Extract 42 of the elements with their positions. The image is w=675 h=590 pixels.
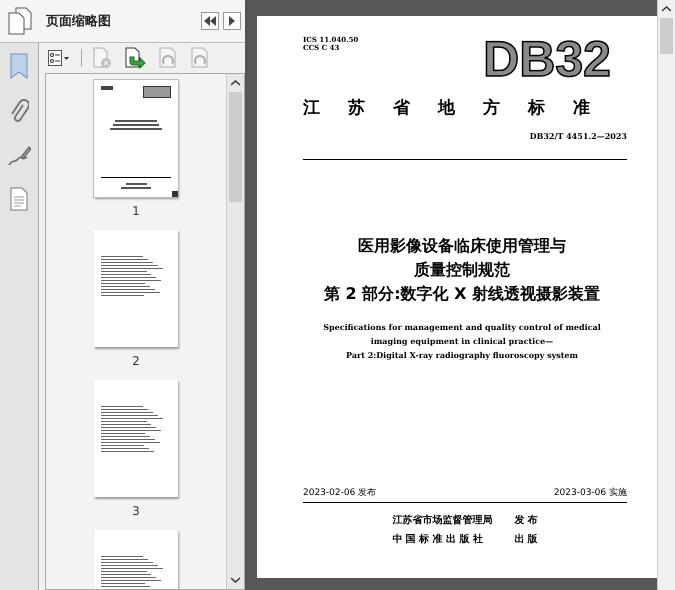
publisher-name: 中 国 标 准 出 版 社 [392,532,484,546]
paperclip-icon[interactable] [9,99,29,125]
publisher-role: 出 版 [514,532,538,546]
panel-title: 页面缩略图 [44,12,112,30]
effective-date: 2023-03-06 实施 [554,486,627,499]
english-title: Specifications for management and quality control of medical [322,321,602,334]
scroll-up-icon[interactable] [231,80,240,86]
publisher-role: 发 布 [514,514,538,527]
next-button[interactable] [223,12,241,30]
standard-number: DB32/T 4451.2—2023 [528,131,627,141]
standard-category: 江苏省地方标准 [303,97,619,119]
scroll-thumb[interactable] [660,18,673,54]
english-title: Part 2:Digital X-ray radiography fluoroscopy system [345,349,579,362]
scroll-down-icon[interactable] [231,577,240,583]
english-title: imaging equipment in clinical practice— [370,335,554,348]
options-icon [48,50,70,66]
scroll-thumb[interactable] [229,92,242,202]
document-title: 医用影像设备临床使用管理与 [357,235,567,257]
bookmark-icon[interactable] [10,53,28,79]
document-title: 第 2 部分:数字化 X 射线透视摄影装置 [322,283,602,305]
publisher-name: 江苏省市场监督管理局 [392,513,492,527]
page-thumbnail[interactable] [94,80,178,197]
triangle-icon [229,16,235,26]
extract-page-button[interactable] [124,46,148,70]
page-thumbnail[interactable] [94,230,178,347]
document-icon[interactable] [10,187,28,211]
page-number: 2 [132,354,140,368]
page-thumbnail[interactable] [94,380,178,497]
scroll-up-icon[interactable] [662,6,671,12]
extract-page-icon [125,47,147,69]
standard-logo: DB32 [483,34,611,84]
issue-date: 2023-02-06 发布 [303,486,376,499]
page-number: 1 [132,204,140,218]
double-triangle-icon [204,16,216,26]
delete-page-icon [93,47,113,69]
scrollbar[interactable] [226,74,244,589]
document-title: 质量控制规范 [412,259,511,281]
options-button[interactable] [47,49,71,67]
scrollbar[interactable] [657,0,675,590]
collapse-button[interactable] [201,12,219,30]
page-number: 3 [132,504,140,518]
signature-icon[interactable] [7,145,31,167]
